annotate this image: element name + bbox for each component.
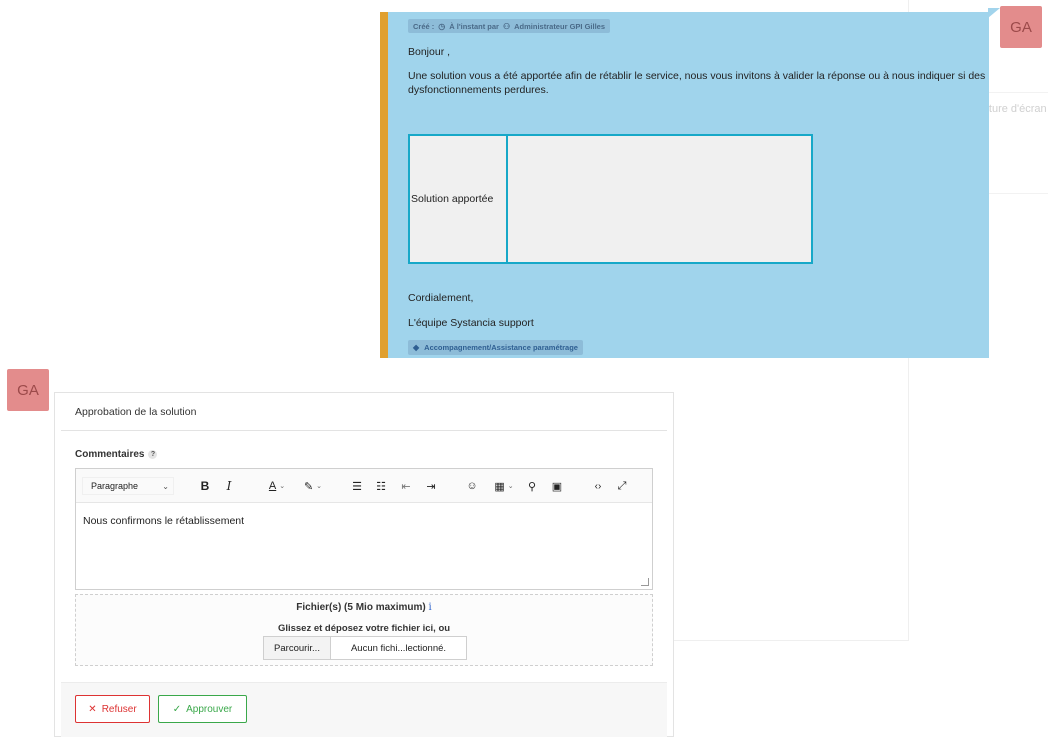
italic-icon[interactable]: I — [222, 476, 236, 496]
highlight-icon[interactable]: ✎ ⌄ — [298, 476, 328, 496]
emoji-icon[interactable]: ☺ — [465, 476, 479, 496]
card-header: Approbation de la solution — [61, 393, 667, 431]
numbered-list-icon[interactable]: ☷ — [374, 476, 388, 496]
paragraph-select-value: Paragraphe — [91, 481, 139, 491]
created-label: Créé : — [413, 21, 435, 31]
refuse-button[interactable]: ✕ Refuser — [75, 695, 150, 723]
category-tag[interactable]: ◆ Accompagnement/Assistance paramétrage — [408, 340, 583, 355]
help-icon[interactable]: ? — [148, 450, 158, 459]
files-title: Fichier(s) (5 Mio maximum) i — [76, 602, 652, 613]
info-icon[interactable]: i — [429, 602, 432, 613]
form-title: Approbation de la solution — [75, 406, 197, 418]
font-color-icon[interactable]: A ⌄ — [263, 476, 291, 496]
chevron-down-icon: ⌄ — [162, 481, 169, 491]
table-icon[interactable]: ▦ ⌄ — [489, 476, 519, 496]
category-tag-label: Accompagnement/Assistance paramétrage — [424, 343, 578, 352]
rich-text-editor: Paragraphe ⌄ B I A ⌄ ✎ ⌄ ☰ ☷ ⇤ ⇥ ☺ ▦ ⌄ ⚲ ▣ … — [75, 468, 653, 590]
bold-icon[interactable]: B — [198, 476, 212, 496]
resize-handle[interactable] — [641, 578, 649, 586]
message-body: Une solution vous a été apportée afin de… — [408, 70, 986, 96]
link-icon[interactable]: ⚲ — [524, 476, 540, 496]
bulleted-list-icon[interactable]: ☰ — [350, 476, 364, 496]
file-dropzone[interactable]: Fichier(s) (5 Mio maximum) i Glissez et … — [75, 594, 653, 666]
editor-content[interactable]: Nous confirmons le rétablissement — [83, 515, 244, 527]
drop-instructions: Glissez et déposez votre fichier ici, ou — [277, 623, 451, 634]
message-meta-badge: Créé : ◷ À l'instant par ⚇ Administrateu… — [408, 19, 610, 33]
selected-file-name: Aucun fichi...lectionné. — [350, 642, 447, 654]
editor-toolbar: Paragraphe ⌄ B I A ⌄ ✎ ⌄ ☰ ☷ ⇤ ⇥ ☺ ▦ ⌄ ⚲ ▣ … — [76, 469, 652, 503]
comments-label-text: Commentaires — [75, 449, 145, 460]
avatar: GA — [7, 369, 49, 411]
files-title-text: Fichier(s) (5 Mio maximum) — [296, 602, 426, 613]
followup-message: Créé : ◷ À l'instant par ⚇ Administrateu… — [380, 12, 989, 358]
close-icon: ✕ — [88, 703, 97, 715]
indent-icon[interactable]: ⇥ — [424, 476, 438, 496]
approve-button-label: Approuver — [186, 703, 233, 715]
paragraph-select[interactable]: Paragraphe ⌄ — [82, 477, 174, 495]
avatar: GA — [1000, 6, 1042, 48]
browse-button[interactable]: Parcourir... — [264, 637, 331, 659]
fullscreen-icon[interactable]: ⤢ — [614, 476, 630, 496]
image-icon[interactable]: ▣ — [549, 476, 565, 496]
author-name[interactable]: Administrateur GPI Gilles — [514, 22, 605, 31]
comments-label: Commentaires ? — [75, 449, 158, 460]
user-icon: ⚇ — [502, 21, 511, 31]
tag-icon: ◆ — [413, 343, 420, 352]
source-code-icon[interactable]: ‹› — [590, 476, 606, 496]
solution-value — [508, 136, 811, 262]
bubble-arrow — [988, 8, 1000, 18]
closing: Cordialement, — [408, 292, 474, 304]
created-time: À l'instant par — [449, 21, 499, 31]
solution-table: Solution apportée — [408, 134, 813, 264]
refuse-button-label: Refuser — [101, 703, 137, 715]
approve-button[interactable]: ✓ Approuver — [158, 695, 247, 723]
clock-icon: ◷ — [438, 21, 446, 31]
check-icon: ✓ — [172, 703, 182, 715]
greeting: Bonjour , — [408, 46, 451, 58]
solution-label: Solution apportée — [410, 136, 508, 262]
file-input[interactable]: Parcourir... Aucun fichi...lectionné. — [263, 636, 467, 660]
approval-form: Approbation de la solution Commentaires … — [54, 392, 674, 737]
card-footer: ✕ Refuser ✓ Approuver — [61, 682, 667, 737]
outdent-icon[interactable]: ⇤ — [399, 476, 413, 496]
signature: L'équipe Systancia support — [408, 317, 534, 329]
